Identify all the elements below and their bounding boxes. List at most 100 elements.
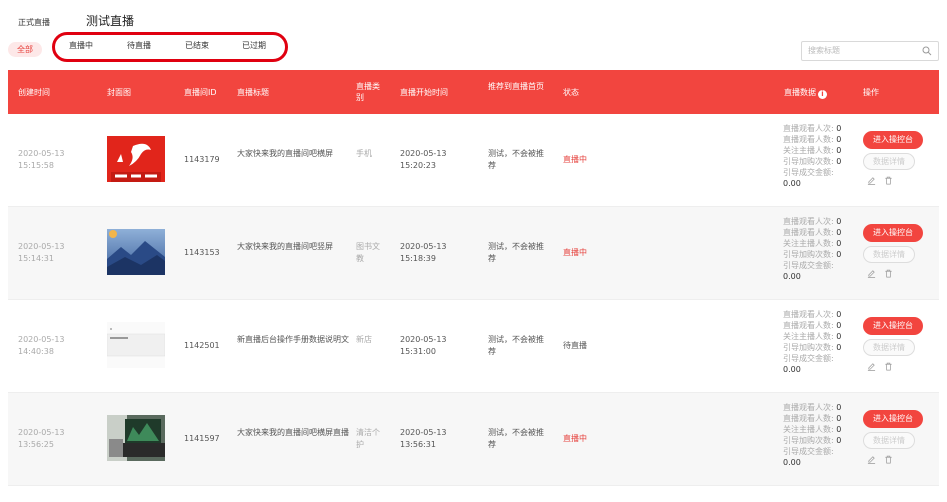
delete-icon[interactable] [884,455,893,464]
filter-expired[interactable]: 已过期 [242,40,266,51]
stat-value: 0 [836,436,842,445]
enter-console-button[interactable]: 进入操控台 [863,224,923,242]
enter-console-button[interactable]: 进入操控台 [863,410,923,428]
start-time: 2020-05-13 15:20:23 [400,148,447,172]
edit-icon[interactable] [867,176,876,185]
stat-label: 引导加购次数: [783,343,834,352]
delete-icon[interactable] [884,269,893,278]
start-clock: 13:56:31 [400,440,436,449]
edit-icon[interactable] [867,269,876,278]
filter-group-highlight: 直播中 待直播 已结束 已过期 [52,32,288,62]
header-data-label: 直播数据 [784,88,816,97]
tab-official-live[interactable]: 正式直播 [18,17,50,28]
stat-value: 0 [836,239,842,248]
enter-console-button[interactable]: 进入操控台 [863,131,923,149]
live-category: 新店 [356,335,372,344]
stat-line: 引导加购次数: 0 [783,156,853,167]
stat-value: 0 [836,135,842,144]
search-icon[interactable] [922,46,932,56]
created-date: 2020-05-13 [18,242,65,251]
data-detail-button[interactable]: 数据详情 [863,153,915,170]
header-recommend: 推荐到直播首页 [488,82,544,91]
stat-value: 0 [836,310,842,319]
live-stats: 直播观看人次: 0 直播观看人数: 0 关注主播人数: 0 引导加购次数: 0 引导成交… [783,216,853,282]
live-type-tabs: 正式直播 测试直播 [18,12,134,29]
delete-icon[interactable] [884,362,893,371]
start-clock: 15:18:39 [400,254,436,263]
row-action-icons [867,455,893,464]
stat-label: 关注主播人数: [783,239,834,248]
filter-live[interactable]: 直播中 [69,40,93,51]
stat-value: 0.00 [783,179,801,188]
header-data: 直播数据 i [784,87,827,99]
header-category: 直播类别 [356,82,380,102]
stat-label: 引导成交金额: [783,168,834,177]
info-icon[interactable]: i [818,90,827,99]
stat-label: 引导成交金额: [783,354,834,363]
filter-all[interactable]: 全部 [8,41,42,57]
stat-label: 直播观看人数: [783,414,834,423]
search-input[interactable]: 搜索标题 [801,41,939,61]
start-clock: 15:20:23 [400,161,436,170]
created-time: 2020-05-13 15:14:31 [18,241,65,265]
stat-line: 关注主播人数: 0 [783,145,853,156]
table-row: 2020-05-13 14:40:38 1142501 新直播后台操作手册数据说明文新… [8,300,939,393]
stat-label: 直播观看人数: [783,135,834,144]
stat-value: 0 [836,425,842,434]
start-date: 2020-05-13 [400,149,447,158]
filter-upcoming[interactable]: 待直播 [127,40,151,51]
created-time: 2020-05-13 13:56:25 [18,427,65,451]
created-clock: 14:40:38 [18,347,54,356]
status-badge: 直播中 [563,434,587,443]
live-title: 大家快来我的直播间吧竖屏 [237,242,333,251]
data-detail-button[interactable]: 数据详情 [863,432,915,449]
start-time: 2020-05-13 13:56:31 [400,427,447,451]
table-row: 2020-05-13 13:56:25 1141597 大家快来我的直播间吧横屏直播清… [8,393,939,486]
header-created: 创建时间 [18,88,50,97]
stat-value: 0 [836,146,842,155]
enter-console-button[interactable]: 进入操控台 [863,317,923,335]
live-title: 新直播后台操作手册数据说明文 [237,335,349,344]
edit-icon[interactable] [867,362,876,371]
room-id: 1143153 [184,248,220,257]
live-title: 大家快来我的直播间吧横屏直播 [237,428,349,437]
created-date: 2020-05-13 [18,335,65,344]
stat-value: 0 [836,403,842,412]
cover-image [107,322,165,368]
stat-label: 关注主播人数: [783,425,834,434]
live-table: 创建时间 封面图 直播间ID 直播标题 直播类别 直播开始时间 推荐到直播首页 … [8,70,939,486]
stat-line: 直播观看人数: 0 [783,227,853,238]
recommend-note: 测试，不会被推荐 [488,149,544,170]
start-date: 2020-05-13 [400,242,447,251]
stat-value: 0.00 [783,458,801,467]
stat-label: 直播观看人次: [783,124,834,133]
stat-line: 直播观看人次: 0 [783,309,853,320]
status-badge: 直播中 [563,155,587,164]
header-start: 直播开始时间 [400,88,448,97]
edit-icon[interactable] [867,455,876,464]
stat-value: 0 [836,332,842,341]
delete-icon[interactable] [884,176,893,185]
stat-line: 直播观看人次: 0 [783,216,853,227]
row-action-icons [867,269,893,278]
filter-ended[interactable]: 已结束 [185,40,209,51]
table-header: 创建时间 封面图 直播间ID 直播标题 直播类别 直播开始时间 推荐到直播首页 … [8,70,939,114]
data-detail-button[interactable]: 数据详情 [863,339,915,356]
tab-test-live[interactable]: 测试直播 [86,12,134,29]
stat-line: 直播观看人次: 0 [783,402,853,413]
stat-line: 引导成交金额: 0.00 [783,353,853,375]
table-body: 2020-05-13 15:15:58 1143179 大家快来我的直播间吧横屏 手机 2… [8,114,939,486]
stat-value: 0 [836,343,842,352]
stat-label: 直播观看人次: [783,217,834,226]
cover-image [107,415,165,461]
stat-line: 引导成交金额: 0.00 [783,446,853,468]
header-actions: 操作 [863,88,879,97]
stat-label: 引导成交金额: [783,447,834,456]
data-detail-button[interactable]: 数据详情 [863,246,915,263]
created-clock: 15:14:31 [18,254,54,263]
stat-value: 0 [836,321,842,330]
live-stats: 直播观看人次: 0 直播观看人数: 0 关注主播人数: 0 引导加购次数: 0 引导成交… [783,402,853,468]
stat-value: 0 [836,250,842,259]
live-stats: 直播观看人次: 0 直播观看人数: 0 关注主播人数: 0 引导加购次数: 0 引导成交… [783,309,853,375]
row-action-icons [867,362,893,371]
